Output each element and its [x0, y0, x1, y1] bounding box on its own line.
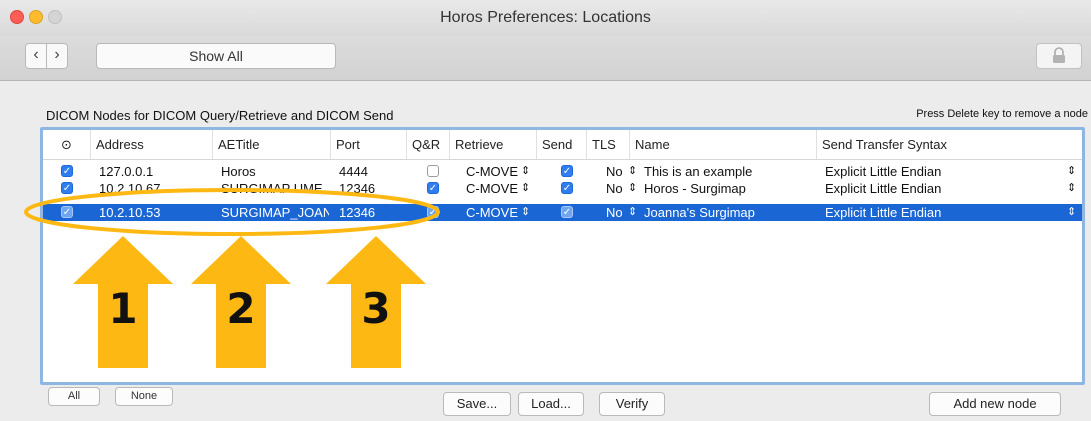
name-cell: Horos - Surgimap — [644, 181, 746, 196]
send-checkbox[interactable]: ✓ — [561, 182, 573, 194]
column-header-enabled[interactable]: ⊙ — [43, 130, 90, 159]
load-button[interactable]: Load... — [518, 392, 584, 416]
arrow-3-label: 3 — [361, 284, 391, 333]
aetitle-cell: SURGIMAP_JOAN — [221, 205, 329, 220]
delete-hint: Press Delete key to remove a node — [916, 108, 1088, 120]
table-row[interactable]: ✓ 127.0.0.1 Horos 4444 C-MOVE ⇕ ✓ No ⇕ This is an… — [43, 163, 1082, 180]
select-all-button[interactable]: All — [48, 387, 100, 406]
port-cell: 12346 — [339, 205, 376, 220]
address-cell: 10.2.10.53 — [99, 205, 161, 220]
aetitle-cell: Horos — [221, 164, 256, 179]
table-row[interactable]: ✓ 10.2.10.67 SURGIMAP UME 12346 ✓ C-MOVE ⇕ ✓ No ⇕… — [43, 180, 1082, 197]
name-cell: This is an example — [644, 164, 753, 179]
qr-checkbox[interactable]: ✓ — [427, 182, 439, 194]
retrieve-stepper-icon[interactable]: ⇕ — [521, 204, 530, 221]
send-checkbox[interactable]: ✓ — [561, 206, 573, 218]
retrieve-stepper-icon[interactable]: ⇕ — [521, 163, 530, 180]
address-cell: 10.2.10.67 — [99, 181, 161, 196]
qr-checkbox[interactable]: ✓ — [427, 206, 439, 218]
qr-checkbox[interactable] — [427, 165, 439, 177]
chevron-right-icon: › — [54, 46, 60, 63]
name-cell: Joanna's Surgimap — [644, 205, 755, 220]
chevron-left-icon: ‹ — [33, 46, 39, 63]
transfer-syntax-select[interactable]: Explicit Little Endian — [825, 180, 1065, 197]
column-header-tls[interactable]: TLS — [586, 130, 629, 159]
send-checkbox[interactable]: ✓ — [561, 165, 573, 177]
column-header-send[interactable]: Send — [536, 130, 586, 159]
section-label: DICOM Nodes for DICOM Query/Retrieve and… — [46, 108, 394, 123]
forward-button[interactable]: › — [47, 43, 68, 69]
window-title: Horos Preferences: Locations — [440, 9, 651, 26]
retrieve-select[interactable]: C-MOVE — [466, 163, 521, 180]
column-header-transfer-syntax[interactable]: Send Transfer Syntax — [816, 130, 1082, 159]
tls-stepper-icon[interactable]: ⇕ — [628, 204, 637, 221]
tls-select[interactable]: No — [606, 180, 628, 197]
aetitle-cell: SURGIMAP UME — [221, 181, 323, 196]
show-all-button[interactable]: Show All — [96, 43, 336, 69]
column-header-qr[interactable]: Q&R — [406, 130, 449, 159]
lock-icon — [1053, 47, 1065, 63]
column-header-aetitle[interactable]: AETitle — [212, 130, 330, 159]
port-cell: 4444 — [339, 164, 368, 179]
select-none-button[interactable]: None — [115, 387, 173, 406]
tls-stepper-icon[interactable]: ⇕ — [628, 180, 637, 197]
arrow-2-label: 2 — [226, 284, 256, 333]
tls-stepper-icon[interactable]: ⇕ — [628, 163, 637, 180]
arrow-1-label: 1 — [108, 284, 138, 333]
enabled-checkbox[interactable]: ✓ — [61, 165, 73, 177]
port-cell: 12346 — [339, 181, 376, 196]
transfer-syntax-select[interactable]: Explicit Little Endian — [825, 204, 1065, 221]
tls-select[interactable]: No — [606, 204, 628, 221]
dicom-nodes-table[interactable]: ⊙ Address AETitle Port Q&R Retrieve Send… — [40, 127, 1085, 385]
retrieve-select[interactable]: C-MOVE — [466, 180, 521, 197]
lock-button[interactable] — [1036, 43, 1082, 69]
retrieve-select[interactable]: C-MOVE — [466, 204, 521, 221]
transfer-syntax-select[interactable]: Explicit Little Endian — [825, 163, 1065, 180]
address-cell: 127.0.0.1 — [99, 164, 154, 179]
back-button[interactable]: ‹ — [25, 43, 47, 69]
add-new-node-button[interactable]: Add new node — [929, 392, 1061, 416]
column-header-address[interactable]: Address — [90, 130, 212, 159]
syntax-stepper-icon[interactable]: ⇕ — [1067, 163, 1076, 180]
enabled-checkbox[interactable]: ✓ — [61, 182, 73, 194]
syntax-stepper-icon[interactable]: ⇕ — [1067, 180, 1076, 197]
title-bar: Horos Preferences: Locations — [0, 0, 1091, 37]
column-header-retrieve[interactable]: Retrieve — [449, 130, 536, 159]
retrieve-stepper-icon[interactable]: ⇕ — [521, 180, 530, 197]
save-button[interactable]: Save... — [443, 392, 511, 416]
column-header-port[interactable]: Port — [330, 130, 406, 159]
syntax-stepper-icon[interactable]: ⇕ — [1067, 204, 1076, 221]
table-row[interactable]: ✓ 10.2.10.53 SURGIMAP_JOAN 12346 ✓ C-MOVE ⇕ ✓ No… — [43, 204, 1082, 221]
column-header-name[interactable]: Name — [629, 130, 816, 159]
tls-select[interactable]: No — [606, 163, 628, 180]
verify-button[interactable]: Verify — [599, 392, 665, 416]
enabled-checkbox[interactable]: ✓ — [61, 206, 73, 218]
toolbar: ‹ › Show All — [0, 36, 1091, 81]
table-header: ⊙ Address AETitle Port Q&R Retrieve Send… — [43, 130, 1082, 160]
